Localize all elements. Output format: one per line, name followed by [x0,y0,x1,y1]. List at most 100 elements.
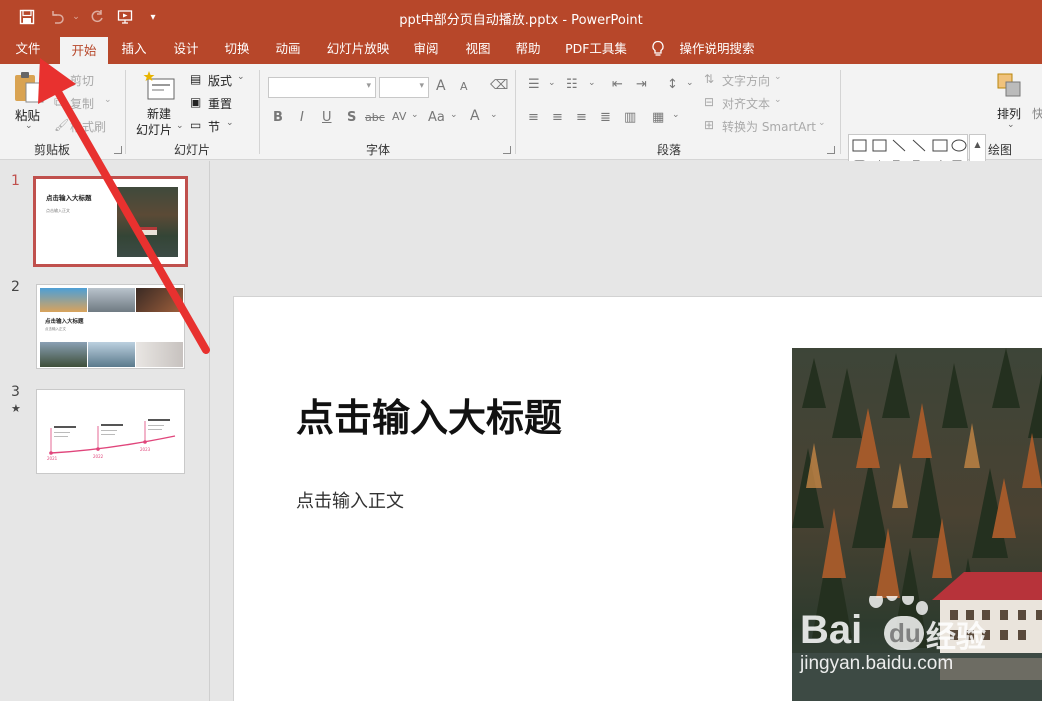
align-left-icon[interactable]: ≡ [528,110,539,125]
tab-file[interactable]: 文件 [8,34,48,64]
thumb-image-5 [88,342,135,367]
numbering-dropdown-icon[interactable]: ⌄ [588,78,596,88]
tab-view[interactable]: 视图 [458,34,498,64]
font-launcher-icon[interactable] [503,146,511,154]
align-text-icon: ⊟ [704,95,715,109]
paste-icon[interactable] [12,70,46,104]
line-spacing-dropdown-icon[interactable]: ⌄ [686,78,694,88]
new-slide-dropdown-icon[interactable]: ⌄ [176,121,184,131]
thumb-image-6 [136,342,183,367]
layout-button[interactable]: 版式 [208,72,232,89]
group-divider [840,70,841,154]
section-button[interactable]: 节 [208,118,220,135]
change-case-dropdown-icon[interactable]: ⌄ [450,110,458,120]
quick-styles-button[interactable]: 快 [1032,105,1042,122]
clear-formatting-icon[interactable]: ⌫ [490,78,508,93]
thumb-body: 点击输入正文 [46,208,70,213]
decrease-indent-icon[interactable]: ⇤ [612,77,623,92]
text-direction-icon: ⇅ [704,72,715,86]
clipboard-group-label: 剪贴板 [34,143,71,157]
clipboard-launcher-icon[interactable] [114,146,122,154]
increase-indent-icon[interactable]: ⇥ [636,77,647,92]
convert-smartart-button[interactable]: 转换为 SmartArt [722,118,816,135]
font-name-dropdown-icon[interactable]: ▾ [366,81,371,91]
thumb-image-2 [88,288,135,312]
underline-button[interactable]: U [322,110,332,125]
align-text-dropdown-icon[interactable]: ⌄ [774,95,782,105]
copy-dropdown-icon[interactable]: ⌄ [104,95,112,105]
text-direction-button[interactable]: 文字方向 [722,72,770,89]
bullets-dropdown-icon[interactable]: ⌄ [548,78,556,88]
font-name-combo[interactable]: ▾ [268,77,376,98]
tab-pdf-tools[interactable]: PDF工具集 [560,34,632,64]
slide-thumbnail-2[interactable]: 点击输入大标题 点击输入正文 [36,284,185,369]
font-size-combo[interactable]: ▾ [379,77,429,98]
tab-slideshow[interactable]: 幻灯片放映 [320,34,396,64]
decrease-font-size-button[interactable]: A [460,80,468,93]
character-spacing-dropdown-icon[interactable]: ⌄ [411,110,419,120]
align-center-icon[interactable]: ≡ [552,110,563,125]
slide-forest-image[interactable] [792,348,1042,701]
numbering-icon[interactable]: ☷ [566,77,578,92]
new-slide-button-line2[interactable]: 幻灯片 [136,121,172,138]
slide-thumbnail-1[interactable]: 点击输入大标题 点击输入正文 [33,176,188,267]
tab-design[interactable]: 设计 [166,34,206,64]
slide-thumbnail-3[interactable]: 2021 2022 2023 [36,389,185,474]
thumb-title: 点击输入大标题 [46,194,92,202]
slide-canvas[interactable]: 点击输入大标题 点击输入正文 [233,296,1042,701]
tell-me-search[interactable]: 操作说明搜索 [676,34,758,64]
tab-transitions[interactable]: 切换 [217,34,257,64]
columns-dropdown-icon[interactable]: ⌄ [672,110,680,120]
format-painter-icon: 🖌 [54,118,70,132]
slide-body-placeholder[interactable]: 点击输入正文 [296,487,404,513]
increase-font-size-button[interactable]: A [436,78,446,94]
font-color-dropdown-icon[interactable]: ⌄ [490,110,498,120]
smartart-dropdown-icon[interactable]: ⌄ [818,118,826,128]
tab-insert[interactable]: 插入 [114,34,154,64]
format-painter-button[interactable]: 格式刷 [70,118,106,135]
columns-icon[interactable]: ▦ [652,110,664,125]
group-divider [125,70,126,154]
gallery-up-icon[interactable]: ▲ [970,135,985,155]
layout-dropdown-icon[interactable]: ⌄ [237,72,245,82]
slides-group-label: 幻灯片 [174,143,211,157]
text-direction-dropdown-icon[interactable]: ⌄ [774,72,782,82]
timeline-label: 2021 [47,456,58,461]
strikethrough-button[interactable]: abc [365,111,385,124]
reset-icon: ▣ [190,95,202,109]
paste-dropdown-icon[interactable]: ⌄ [25,121,33,131]
paragraph-launcher-icon[interactable] [827,146,835,154]
thumb-image-1 [40,288,87,312]
reset-button[interactable]: 重置 [208,95,232,112]
arrange-dropdown-icon[interactable]: ⌄ [1007,120,1015,130]
line-spacing-icon[interactable]: ↕ [667,77,678,92]
section-dropdown-icon[interactable]: ⌄ [226,118,234,128]
bullets-icon[interactable]: ☰ [528,77,540,92]
new-slide-button-line1[interactable]: 新建 [147,105,171,122]
slide-title-placeholder[interactable]: 点击输入大标题 [296,387,562,442]
align-text-button[interactable]: 对齐文本 [722,95,770,112]
thumb-image-3 [136,288,183,312]
tab-help[interactable]: 帮助 [508,34,548,64]
font-group-label: 字体 [366,143,391,157]
cut-button[interactable]: 剪切 [70,72,94,89]
character-spacing-button[interactable]: AV [392,110,406,123]
change-case-button[interactable]: Aa [428,110,445,125]
tab-home[interactable]: 开始 [60,37,108,64]
ribbon-tabs: 文件 开始 插入 设计 切换 动画 幻灯片放映 审阅 视图 帮助 PDF工具集 … [0,34,1042,64]
copy-button[interactable]: 复制 [70,95,94,112]
bold-button[interactable]: B [273,110,283,125]
font-size-dropdown-icon[interactable]: ▾ [419,81,424,91]
new-slide-icon[interactable] [142,70,176,104]
font-color-button[interactable]: A [470,108,480,124]
justify-icon[interactable]: ≣ [600,110,611,125]
arrange-icon[interactable] [996,72,1026,102]
slide-number: 3 [11,384,20,400]
italic-button[interactable]: I [300,110,304,125]
distributed-icon[interactable]: ▥ [624,110,636,125]
align-right-icon[interactable]: ≡ [576,110,587,125]
tab-animations[interactable]: 动画 [268,34,308,64]
paragraph-group-label: 段落 [657,143,682,157]
shadow-button[interactable]: S [347,110,356,125]
tab-review[interactable]: 审阅 [406,34,446,64]
